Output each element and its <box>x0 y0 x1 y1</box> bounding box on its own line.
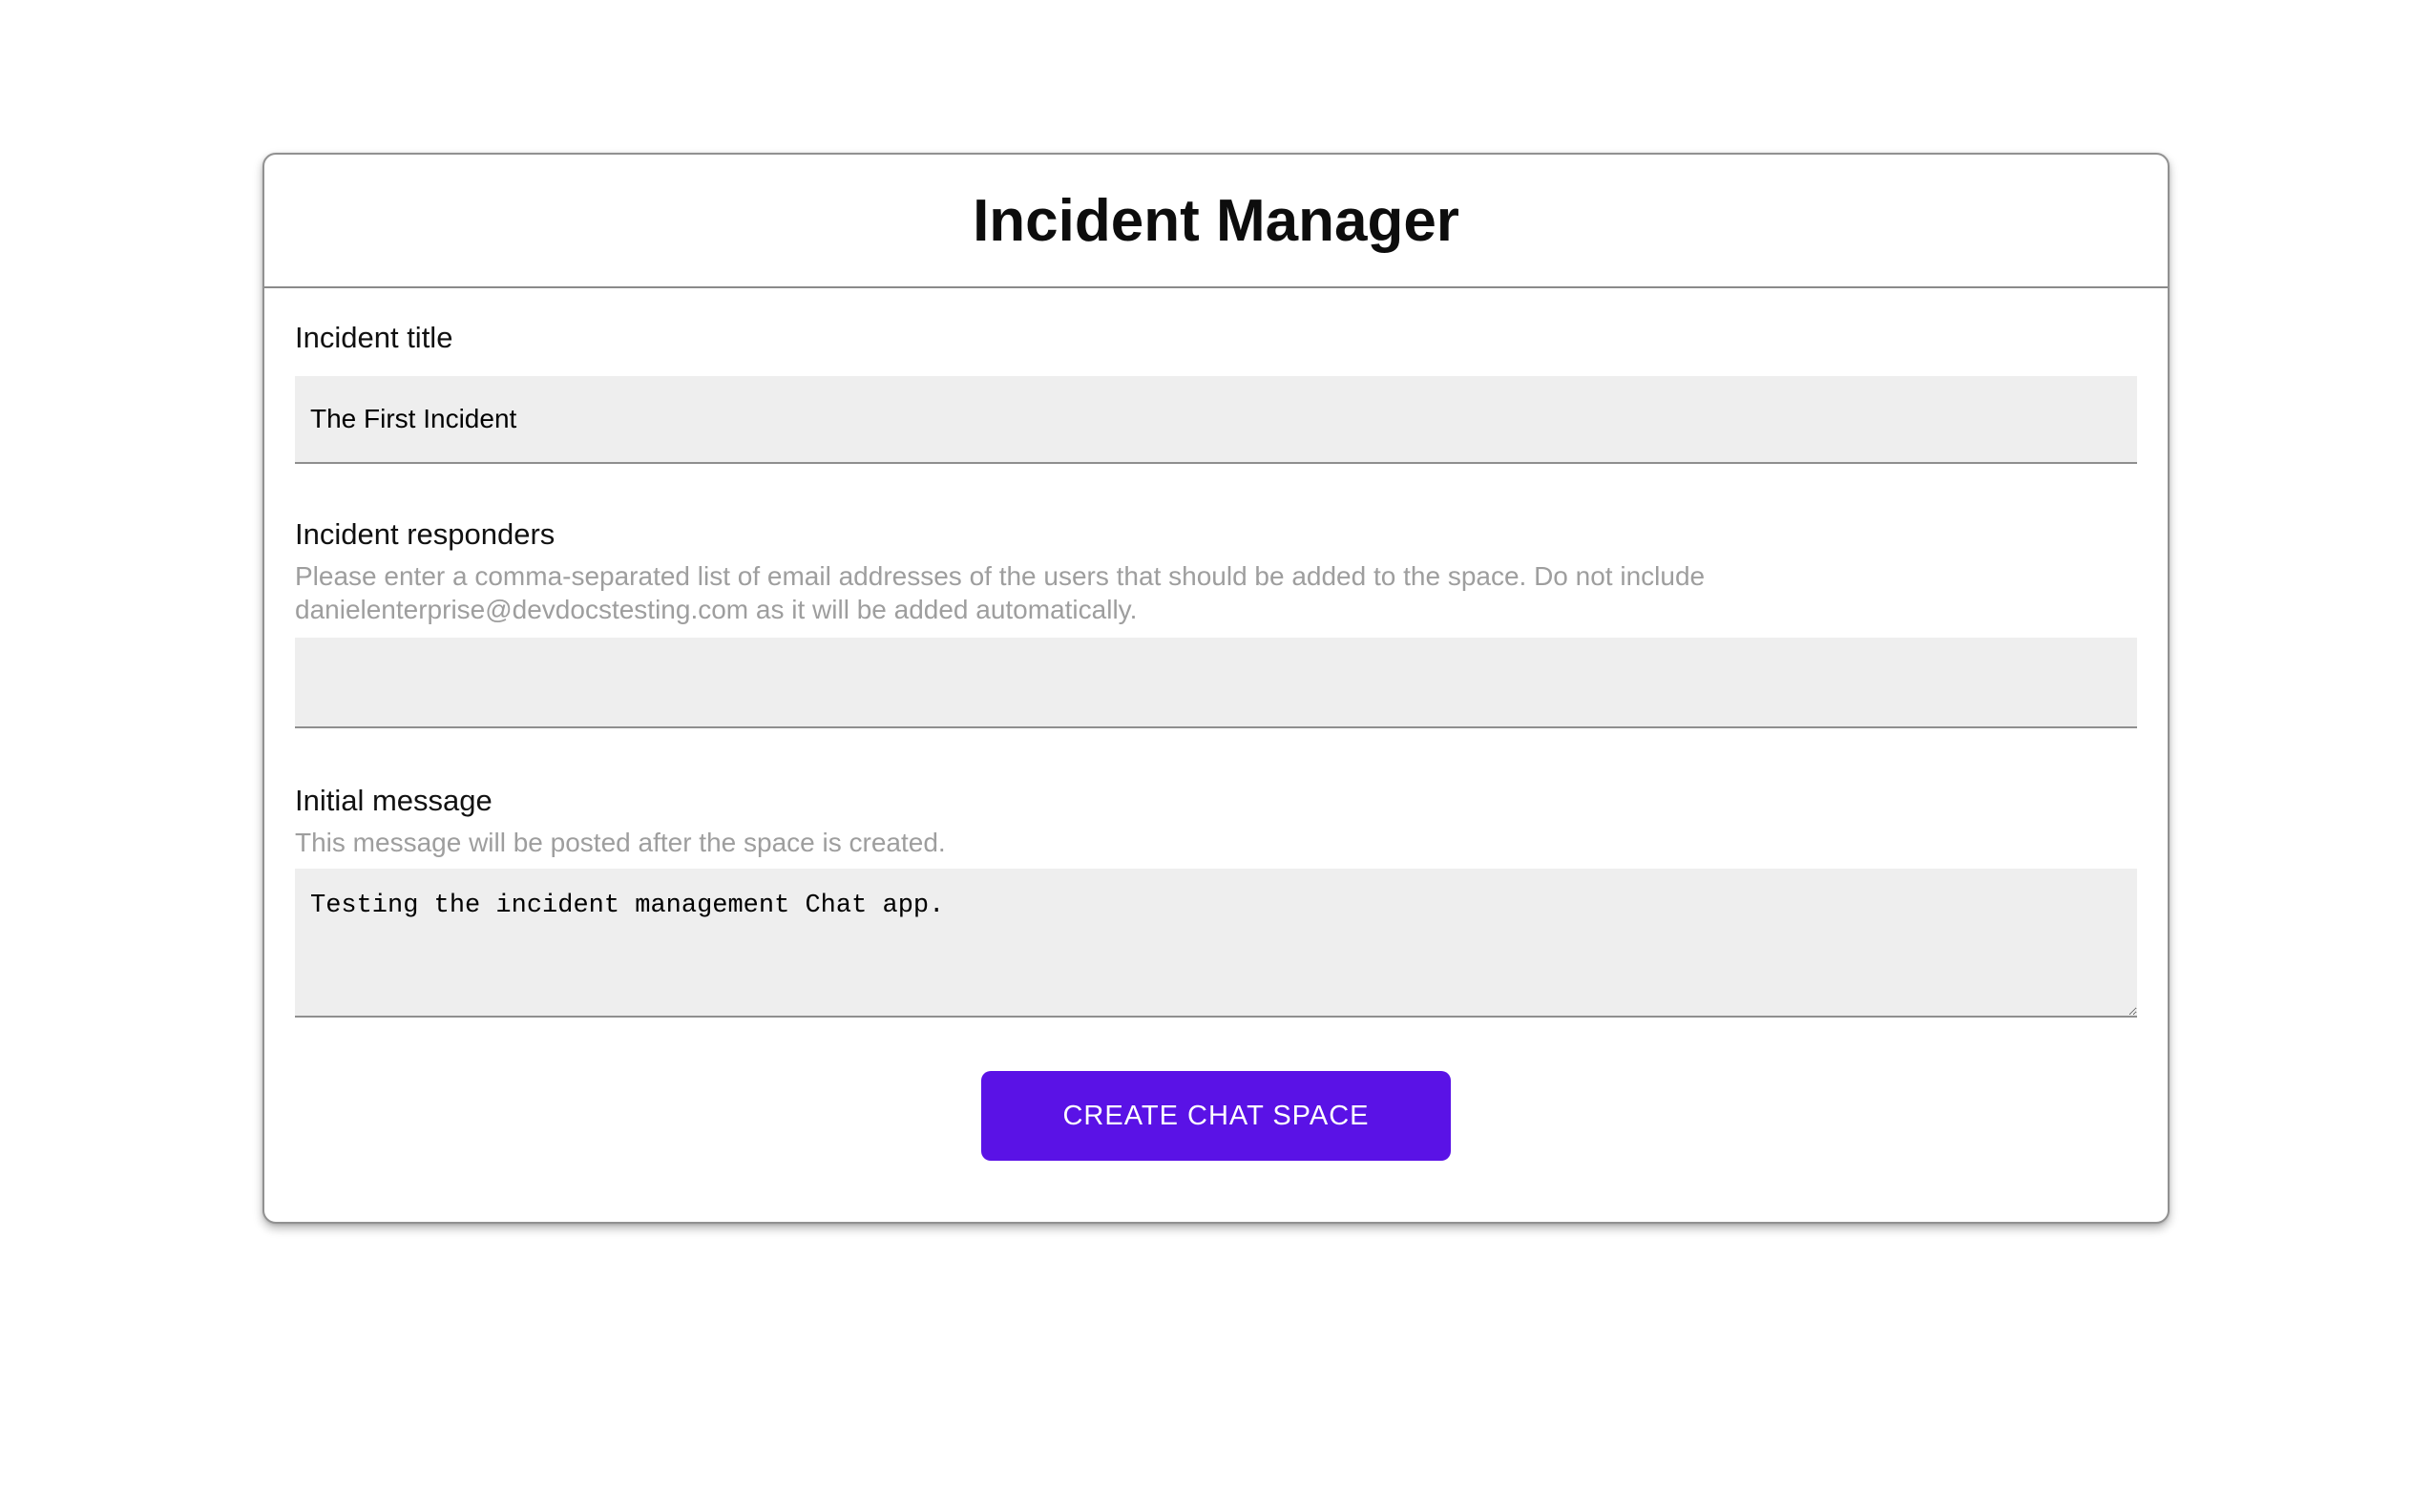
incident-responders-hint: Please enter a comma-separated list of e… <box>295 561 1706 624</box>
incident-form: Incident title Incident responders Pleas… <box>264 288 2168 1222</box>
card-header: Incident Manager <box>264 155 2168 288</box>
incident-title-label: Incident title <box>295 321 453 354</box>
initial-message-field: Initial message This message will be pos… <box>295 784 2137 1018</box>
incident-manager-card: Incident Manager Incident title Incident… <box>262 153 2170 1224</box>
create-chat-space-button[interactable]: CREATE CHAT SPACE <box>981 1071 1451 1161</box>
incident-responders-field: Incident responders Please enter a comma… <box>295 517 2137 728</box>
page-title: Incident Manager <box>973 187 1459 254</box>
incident-title-input[interactable] <box>295 376 2137 464</box>
incident-responders-input[interactable] <box>295 638 2137 728</box>
initial-message-hint: This message will be posted after the sp… <box>295 828 946 857</box>
initial-message-label: Initial message <box>295 784 493 817</box>
button-row: CREATE CHAT SPACE <box>295 1071 2137 1161</box>
incident-title-field: Incident title <box>295 321 2137 464</box>
initial-message-textarea[interactable]: Testing the incident management Chat app… <box>295 869 2137 1018</box>
incident-responders-label: Incident responders <box>295 517 556 551</box>
